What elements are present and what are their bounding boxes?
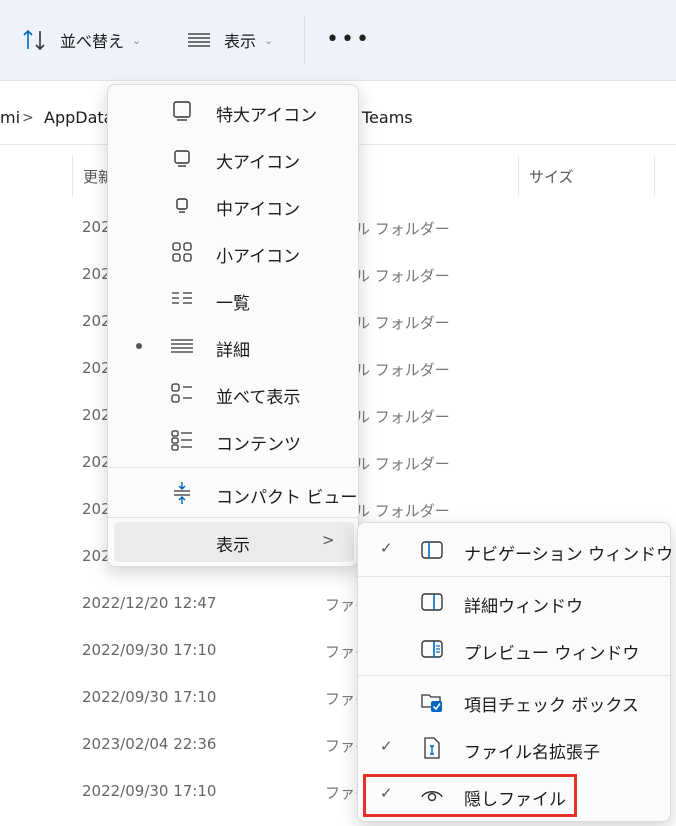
row-type: ル フォルダー bbox=[355, 361, 450, 379]
row-type: ル フォルダー bbox=[355, 314, 450, 332]
column-header-size[interactable]: サイズ bbox=[518, 156, 654, 196]
menu-divider bbox=[108, 467, 358, 468]
menu-item-list[interactable]: 一覧 bbox=[108, 277, 358, 321]
check-icon: ✓ bbox=[380, 539, 393, 557]
annotation-highlight-box bbox=[363, 774, 577, 817]
menu-item-details[interactable]: 詳細 bbox=[108, 324, 358, 368]
tiles-icon bbox=[170, 381, 194, 405]
view-label: 表示 bbox=[224, 32, 257, 51]
details-icon bbox=[170, 334, 194, 358]
column-divider bbox=[654, 156, 655, 196]
details-pane-icon bbox=[420, 590, 444, 614]
small-icons-icon bbox=[170, 240, 194, 264]
row-type: ル フォルダー bbox=[355, 267, 450, 285]
medium-icons-icon bbox=[170, 193, 194, 217]
menu-item-large-icons[interactable]: 大アイコン bbox=[108, 136, 358, 180]
menu-divider bbox=[108, 517, 358, 518]
row-type: ル フォルダー bbox=[355, 408, 450, 426]
menu-item-show[interactable]: 表示 > bbox=[114, 522, 354, 562]
selected-bullet-icon bbox=[136, 343, 142, 349]
menu-item-extra-large-icons[interactable]: 特大アイコン bbox=[108, 89, 358, 133]
submenu-item-navigation-pane[interactable]: ✓ ナビゲーション ウィンドウ bbox=[358, 527, 673, 573]
item-checkbox-icon bbox=[420, 689, 444, 713]
row-type: ル フォルダー bbox=[355, 502, 450, 520]
more-options-button[interactable]: ••• bbox=[326, 29, 371, 51]
menu-divider bbox=[358, 675, 670, 676]
list-icon bbox=[170, 287, 194, 311]
submenu-item-preview-pane[interactable]: プレビュー ウィンドウ bbox=[358, 626, 670, 672]
breadcrumb-partial[interactable]: mi bbox=[0, 108, 20, 127]
menu-item-compact-view[interactable]: コンパクト ビュー bbox=[108, 471, 358, 515]
content-icon bbox=[170, 428, 194, 452]
preview-pane-icon bbox=[420, 637, 444, 661]
extra-large-icons-icon bbox=[170, 99, 194, 123]
menu-divider bbox=[358, 576, 670, 577]
toolbar-divider bbox=[304, 16, 305, 64]
view-menu: 特大アイコン 大アイコン 中アイコン 小アイコン 一覧 詳細 並べて表示 コンテ… bbox=[107, 84, 359, 567]
menu-item-medium-icons[interactable]: 中アイコン bbox=[108, 183, 358, 227]
compact-view-icon bbox=[170, 481, 194, 505]
check-icon: ✓ bbox=[380, 737, 393, 755]
menu-item-tiles[interactable]: 並べて表示 bbox=[108, 371, 358, 415]
submenu-item-details-pane[interactable]: 詳細ウィンドウ bbox=[358, 579, 670, 625]
chevron-down-icon: ⌄ bbox=[264, 33, 274, 47]
breadcrumb-separator: > bbox=[22, 110, 34, 126]
breadcrumb-appdata[interactable]: AppData bbox=[44, 108, 113, 127]
large-icons-icon bbox=[170, 146, 194, 170]
chevron-right-icon: > bbox=[322, 531, 335, 549]
sort-label: 並べ替え bbox=[60, 32, 125, 51]
menu-item-small-icons[interactable]: 小アイコン bbox=[108, 230, 358, 274]
row-type: ル フォルダー bbox=[355, 220, 450, 238]
menu-item-content[interactable]: コンテンツ bbox=[108, 418, 358, 462]
navigation-pane-icon bbox=[420, 538, 444, 562]
command-bar: 並べ替え ⌄ 表示 ⌄ ••• bbox=[0, 0, 676, 81]
breadcrumb-teams[interactable]: Teams bbox=[362, 108, 413, 127]
file-extension-icon bbox=[420, 736, 444, 760]
sort-button[interactable]: 並べ替え ⌄ bbox=[22, 22, 141, 58]
view-button[interactable]: 表示 ⌄ bbox=[186, 22, 273, 58]
chevron-down-icon: ⌄ bbox=[132, 33, 142, 47]
sort-icon bbox=[22, 28, 48, 52]
view-details-icon bbox=[186, 30, 212, 50]
submenu-item-file-extensions[interactable]: ✓ ファイル名拡張子 bbox=[358, 725, 670, 771]
submenu-item-item-checkboxes[interactable]: 項目チェック ボックス bbox=[358, 678, 670, 724]
row-type: ル フォルダー bbox=[355, 455, 450, 473]
